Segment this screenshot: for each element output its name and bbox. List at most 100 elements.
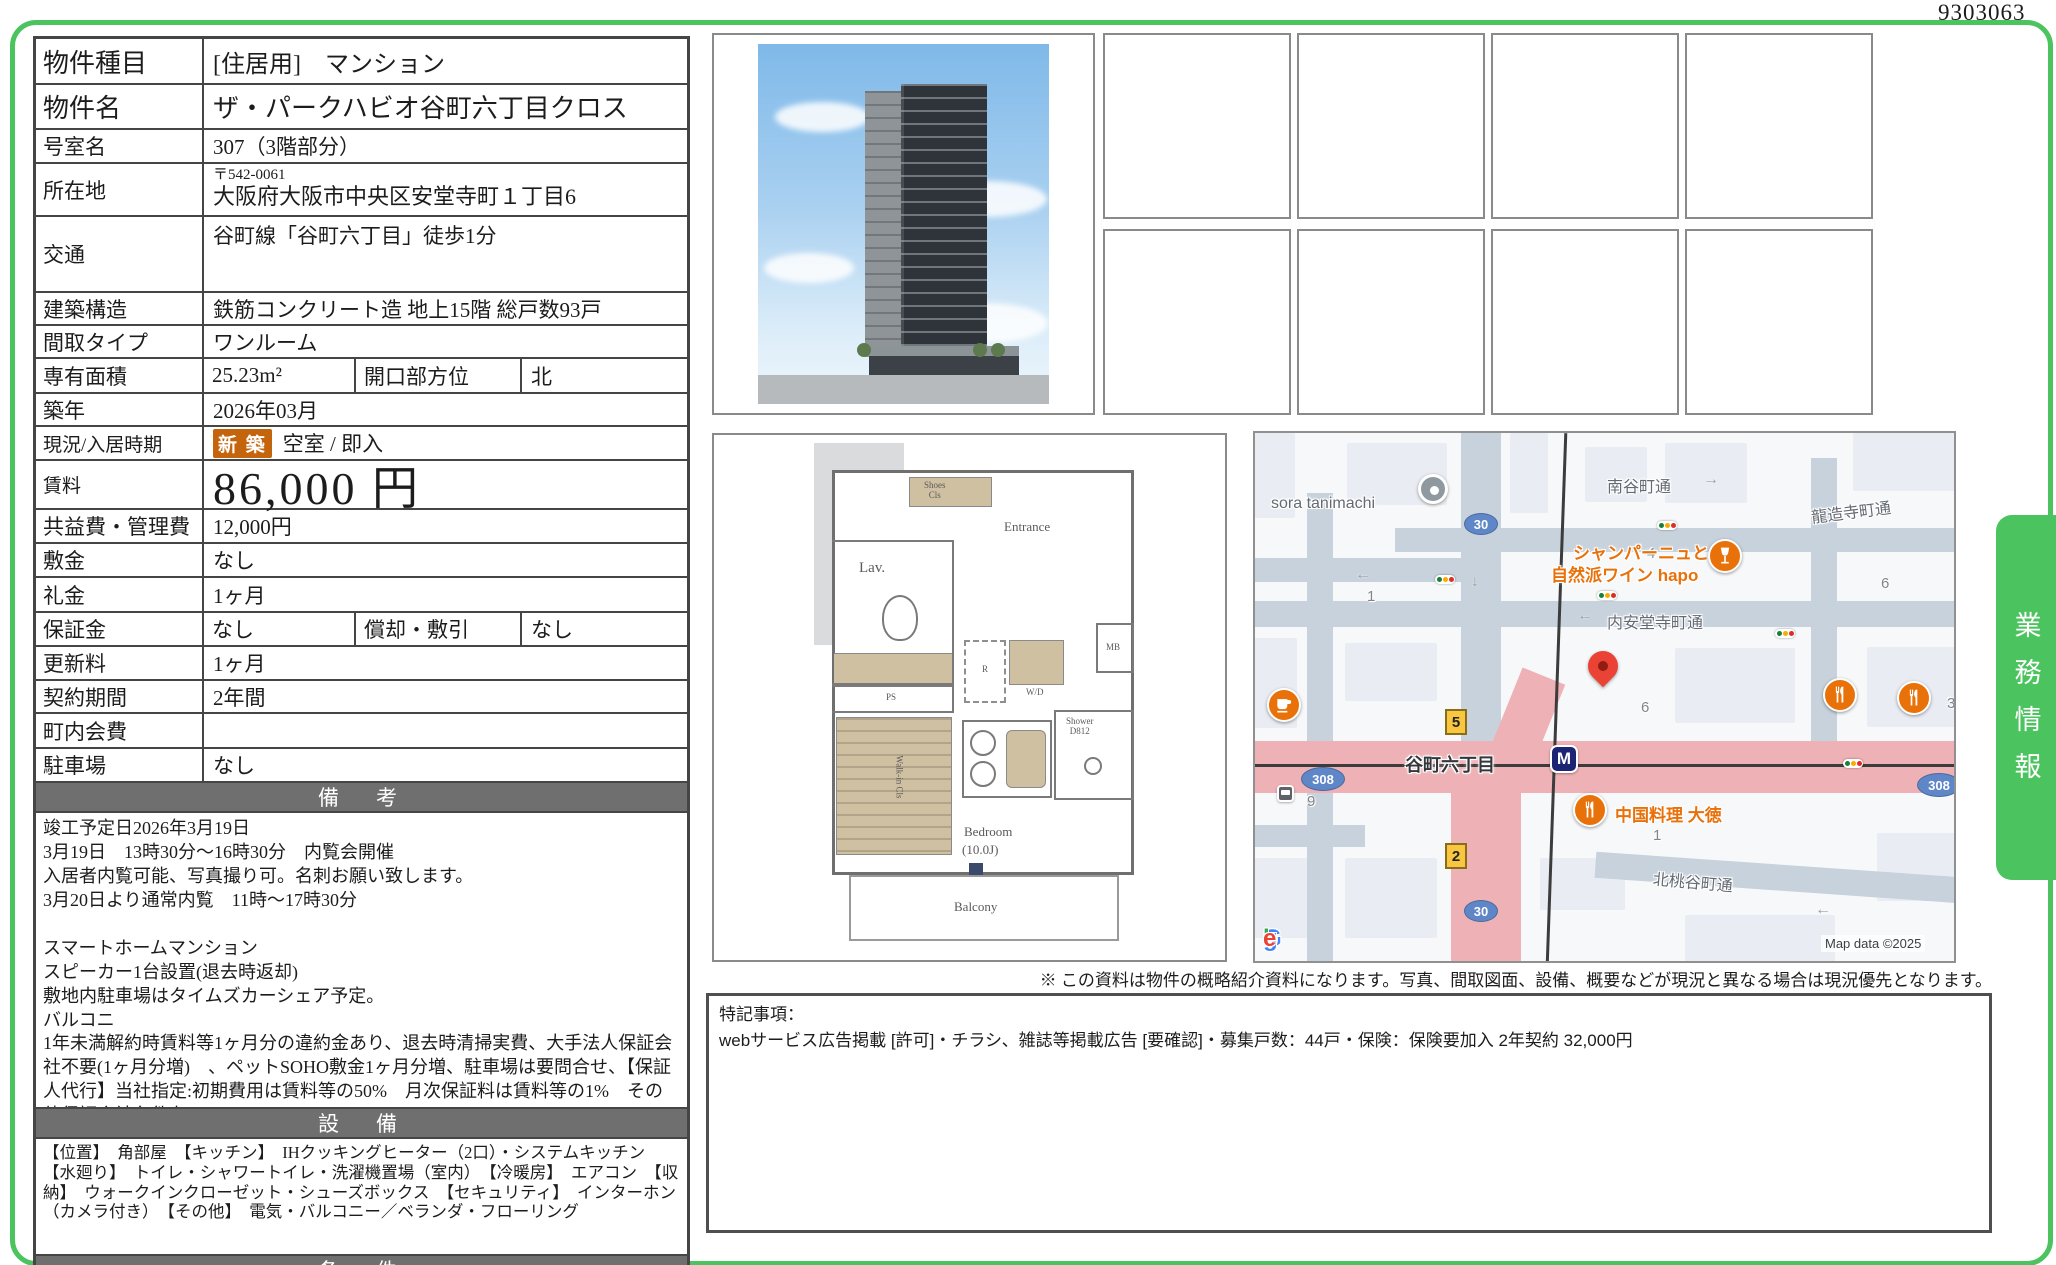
side-tab-business-info[interactable]: 業務情報 bbox=[1996, 515, 2056, 880]
table-row: 物件名 ザ・パークハビオ谷町六丁目クロス bbox=[36, 83, 687, 128]
property-location-pin bbox=[1582, 645, 1624, 687]
row-label: 開口部方位 bbox=[356, 359, 522, 392]
row-value: 12,000円 bbox=[204, 510, 687, 542]
map-building bbox=[1675, 648, 1795, 723]
table-row: 更新料 1ヶ月 bbox=[36, 645, 687, 679]
ground bbox=[758, 375, 1049, 404]
stove-burner bbox=[970, 730, 996, 756]
cafe-icon bbox=[1267, 688, 1301, 722]
photo-placeholder bbox=[1297, 33, 1485, 219]
stove-burner bbox=[970, 761, 996, 787]
bus-stop-icon bbox=[1277, 785, 1294, 802]
row-value: 2026年03月 bbox=[204, 394, 687, 425]
row-label: 物件種目 bbox=[36, 39, 204, 83]
cloud-shape bbox=[775, 102, 870, 132]
traffic-light-icon bbox=[1843, 759, 1863, 768]
direction-arrow-icon: ← bbox=[1815, 901, 1831, 919]
row-label: 築年 bbox=[36, 394, 204, 425]
photo-placeholder bbox=[1491, 229, 1679, 415]
washer-dryer-label: W/D bbox=[1026, 688, 1044, 698]
direction-value: 北 bbox=[522, 359, 687, 392]
bedroom-label: Bedroom bbox=[964, 825, 1012, 839]
shower-drain-shape bbox=[1084, 757, 1102, 775]
conditions-header: 条 件 bbox=[36, 1254, 687, 1265]
direction-arrow-icon: ← bbox=[1577, 607, 1593, 625]
photo-placeholder bbox=[1103, 33, 1291, 219]
station-label: 谷町六丁目 bbox=[1405, 751, 1495, 777]
floor-plan: Shoes Cls Entrance Lav. PS Walk-in Cls R… bbox=[712, 433, 1227, 962]
map-road bbox=[1461, 433, 1501, 745]
table-row: 築年 2026年03月 bbox=[36, 392, 687, 425]
block-number: 3 bbox=[1947, 695, 1955, 712]
building-tower bbox=[901, 84, 987, 358]
row-value: 2年間 bbox=[204, 681, 687, 712]
building-tower-side bbox=[865, 91, 901, 357]
google-logo-letter: e bbox=[1263, 925, 1275, 953]
table-row: 所在地 〒542-0061 大阪府大阪市中央区安堂寺町１丁目6 bbox=[36, 162, 687, 215]
row-value: [住居用] マンション bbox=[204, 39, 687, 83]
cloud-shape bbox=[764, 253, 854, 283]
postal-code: 〒542-0061 bbox=[213, 167, 286, 184]
row-value: なし bbox=[204, 544, 687, 576]
remarks-header: 備 考 bbox=[36, 781, 687, 811]
shoes-closet: Shoes Cls bbox=[909, 477, 992, 507]
route-shield-308: 308 bbox=[1917, 773, 1956, 797]
row-value bbox=[204, 714, 687, 747]
washer-dryer bbox=[1009, 640, 1064, 685]
street-label: 内安堂寺町通 bbox=[1607, 609, 1703, 633]
row-value: 307（3階部分） bbox=[204, 130, 687, 162]
poi-pin-icon bbox=[1418, 474, 1448, 504]
property-table: 物件種目 [住居用] マンション 物件名 ザ・パークハビオ谷町六丁目クロス 号室… bbox=[33, 36, 690, 1265]
row-label: 礼金 bbox=[36, 578, 204, 611]
row-label: 更新料 bbox=[36, 647, 204, 679]
property-sheet: 9303063 物件種目 [住居用] マンション 物件名 ザ・パークハビオ谷町六… bbox=[0, 0, 2056, 1265]
address-value: 大阪府大阪市中央区安堂寺町１丁目6 bbox=[213, 184, 576, 209]
entrance-label: Entrance bbox=[1004, 520, 1050, 534]
station-exit-2: 2 bbox=[1445, 843, 1467, 869]
row-label: 共益費・管理費 bbox=[36, 510, 204, 542]
restaurant-icon bbox=[1573, 793, 1607, 827]
street-label: 南谷町通 bbox=[1607, 473, 1671, 497]
special-notes-title: 特記事項： bbox=[719, 1002, 1979, 1028]
photo-placeholder bbox=[1685, 229, 1873, 415]
row-label: 償却・敷引 bbox=[356, 613, 522, 645]
property-name-value: ザ・パークハビオ谷町六丁目クロス bbox=[204, 85, 687, 128]
shoes-closet-label: Shoes Cls bbox=[924, 481, 946, 501]
remarks-text: 竣工予定日2026年3月19日 3月19日 13時30分～16時30分 内覧会開… bbox=[36, 811, 687, 1107]
refrigerator-label: R bbox=[982, 665, 988, 675]
row-label: 建築構造 bbox=[36, 293, 204, 324]
map-building bbox=[1510, 433, 1548, 513]
amortization-value: なし bbox=[522, 613, 687, 645]
row-label: 物件名 bbox=[36, 85, 204, 128]
map-building bbox=[1853, 433, 1956, 491]
row-value: 1ヶ月 bbox=[204, 647, 687, 679]
map-building bbox=[1685, 915, 1835, 963]
special-notes-box: 特記事項： webサービス広告掲載 [許可]・チラシ、雑誌等掲載広告 [要確認]… bbox=[706, 993, 1992, 1233]
area-value: 25.23m² bbox=[204, 359, 356, 392]
table-row: 敷金 なし bbox=[36, 542, 687, 576]
poi-label-hapo-line2: 自然派ワイン hapo bbox=[1551, 561, 1698, 586]
row-label: 敷金 bbox=[36, 544, 204, 576]
kitchen-sink bbox=[1006, 730, 1046, 788]
poi-label-chinese-restaurant: 中国料理 大徳 bbox=[1615, 801, 1722, 826]
photo-placeholder bbox=[1685, 33, 1873, 219]
row-value: なし bbox=[204, 749, 687, 781]
equipment-header: 設 備 bbox=[36, 1107, 687, 1137]
guarantee-value: なし bbox=[204, 613, 356, 645]
row-value: 鉄筋コンクリート造 地上15階 総戸数93戸 bbox=[204, 293, 687, 324]
direction-arrow-icon: ↓ bbox=[1471, 573, 1479, 591]
toilet-shape bbox=[882, 595, 918, 641]
table-row: 保証金 なし 償却・敷引 なし bbox=[36, 611, 687, 645]
table-row: 建築構造 鉄筋コンクリート造 地上15階 総戸数93戸 bbox=[36, 291, 687, 324]
photo-placeholder bbox=[1297, 229, 1485, 415]
poi-label-sora-tanimachi: sora tanimachi bbox=[1271, 495, 1375, 513]
map-canvas[interactable]: sora tanimachi 30 南谷町通 → 龍造寺町通 4 1 6 シャン… bbox=[1253, 431, 1956, 963]
window-marker bbox=[969, 863, 983, 875]
photo-placeholder bbox=[1103, 229, 1291, 415]
shower-label: Shower D812 bbox=[1066, 717, 1094, 737]
route-shield-30: 30 bbox=[1464, 900, 1498, 922]
map-attribution: Map data ©2025 bbox=[1821, 935, 1925, 952]
table-row: 専有面積 25.23m² 開口部方位 北 bbox=[36, 357, 687, 392]
pipe-space-label: PS bbox=[886, 693, 896, 703]
row-value: ワンルーム bbox=[204, 326, 687, 357]
